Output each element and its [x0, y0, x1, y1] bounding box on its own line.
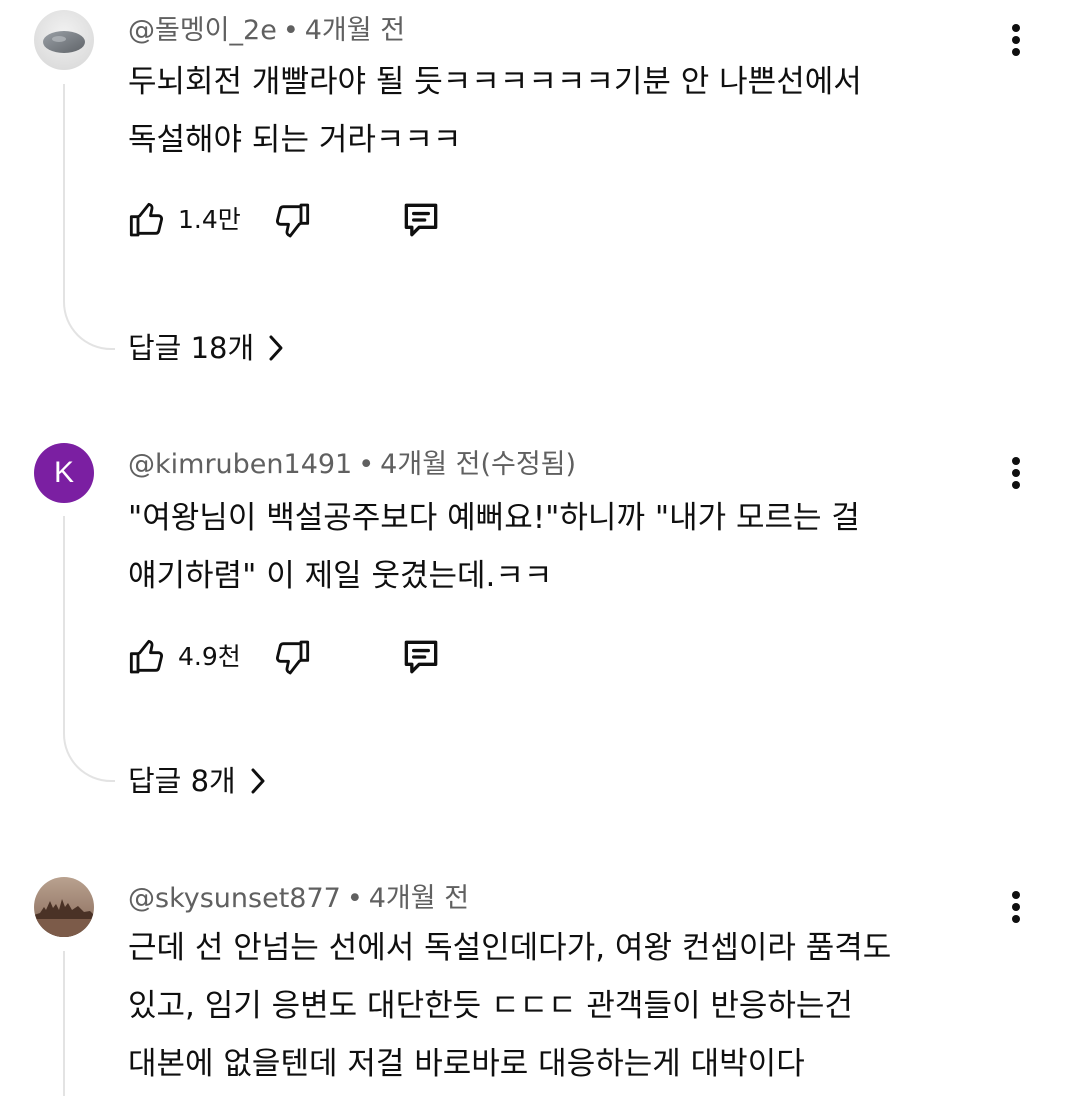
like-count: 1.4만	[178, 205, 241, 234]
comment-icon	[404, 640, 438, 674]
more-vert-icon	[1012, 24, 1020, 56]
comment-text: "여왕님이 백설공주보다 예뻐요!"하니까 "내가 모르는 걸 얘기하렴" 이 …	[128, 489, 988, 605]
comment-menu-button[interactable]	[998, 16, 1034, 64]
comment-text-line: 대본에 없을텐데 저걸 바로바로 대응하는게 대박이다	[128, 1046, 805, 1082]
comment-time[interactable]: 4개월 전(수정됨)	[380, 449, 576, 480]
thumbs-down-icon	[275, 203, 309, 238]
thumbs-up-icon	[129, 202, 164, 237]
dislike-button[interactable]	[267, 196, 315, 244]
comment-time[interactable]: 4개월 전	[369, 883, 469, 914]
reply-button[interactable]	[397, 196, 445, 244]
reply-button[interactable]	[397, 633, 445, 681]
like-button[interactable]	[124, 196, 172, 244]
meta-separator: •	[346, 883, 363, 914]
comment-actions: 1.4만	[124, 195, 445, 245]
like-count: 4.9천	[178, 642, 241, 671]
sunset-castle-photo-avatar	[34, 877, 94, 937]
comment-text-line: 있고, 임기 응변도 대단한듯 ㄷㄷㄷ 관객들이 반응하는건	[128, 988, 853, 1024]
thumbs-down-icon	[275, 640, 309, 675]
thumbs-up-icon	[129, 639, 164, 674]
comment-author[interactable]: @kimruben1491	[128, 449, 352, 480]
replies-label: 답글 18개	[128, 331, 255, 365]
comment-author[interactable]: @skysunset877	[128, 883, 341, 914]
thread-connector	[63, 84, 115, 350]
more-vert-icon	[1012, 891, 1020, 923]
comment-menu-button[interactable]	[998, 883, 1034, 931]
avatar-letter: K	[53, 456, 74, 489]
comment-text: 두뇌회전 개빨라야 될 듯ㅋㅋㅋㅋㅋㅋ기분 안 나쁜선에서 독설해야 되는 거라…	[128, 53, 988, 169]
like-button[interactable]	[124, 633, 172, 681]
avatar[interactable]	[34, 10, 94, 70]
comment-text: 근데 선 안넘는 선에서 독설인데다가, 여왕 컨셉이라 품격도 있고, 임기 …	[128, 919, 988, 1093]
comment-text-line: "여왕님이 백설공주보다 예뻐요!"하니까 "내가 모르는 걸	[128, 500, 860, 536]
avatar[interactable]: K	[34, 443, 94, 503]
comment-meta: @돌멩이_2e • 4개월 전	[128, 14, 405, 48]
thread-connector	[63, 951, 115, 1096]
stone-photo-avatar	[34, 10, 94, 70]
comment-meta: @skysunset877 • 4개월 전	[128, 882, 469, 916]
view-replies-button[interactable]: 답글 8개	[128, 761, 266, 801]
comment-actions: 4.9천	[124, 632, 445, 682]
comment-icon	[404, 203, 438, 237]
comment-text-line: 독설해야 되는 거라ㅋㅋㅋ	[128, 122, 462, 158]
comment-author[interactable]: @돌멩이_2e	[128, 15, 277, 46]
chevron-right-icon	[250, 767, 266, 795]
comment-text-line: 얘기하렴" 이 제일 웃겼는데.ㅋㅋ	[128, 558, 553, 594]
meta-separator: •	[358, 449, 375, 480]
more-vert-icon	[1012, 457, 1020, 489]
comment-text-line: 근데 선 안넘는 선에서 독설인데다가, 여왕 컨셉이라 품격도	[128, 930, 892, 966]
meta-separator: •	[282, 15, 299, 46]
comment-time[interactable]: 4개월 전	[305, 15, 405, 46]
chevron-right-icon	[268, 334, 284, 362]
comment-menu-button[interactable]	[998, 449, 1034, 497]
comment-meta: @kimruben1491 • 4개월 전(수정됨)	[128, 448, 576, 482]
view-replies-button[interactable]: 답글 18개	[128, 328, 284, 368]
avatar[interactable]	[34, 877, 94, 937]
replies-label: 답글 8개	[128, 764, 236, 798]
dislike-button[interactable]	[267, 633, 315, 681]
comment-text-line: 두뇌회전 개빨라야 될 듯ㅋㅋㅋㅋㅋㅋ기분 안 나쁜선에서	[128, 64, 862, 100]
thread-connector	[63, 516, 115, 782]
